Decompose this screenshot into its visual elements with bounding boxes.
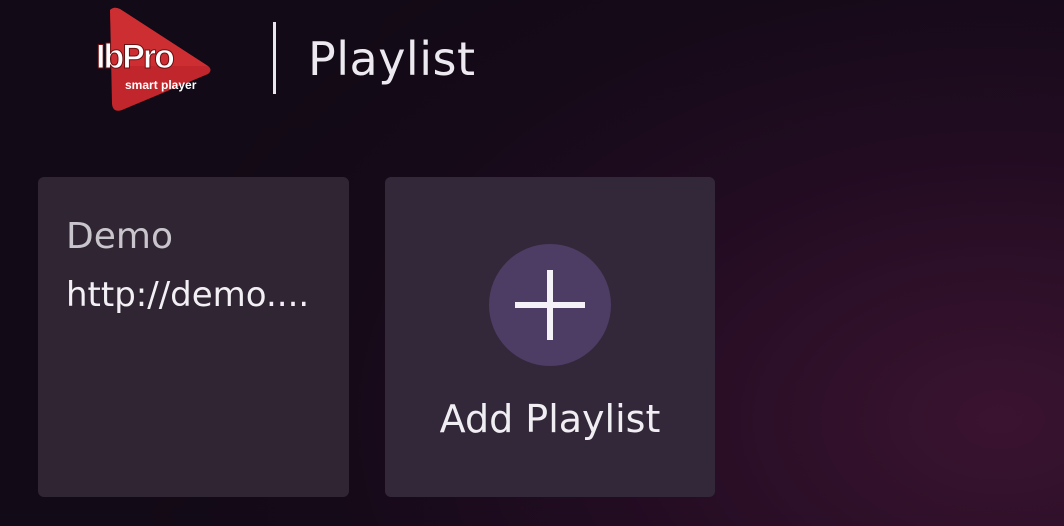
playlist-card-demo[interactable]: Demo http://demo.... <box>38 177 349 497</box>
header-divider <box>273 22 276 94</box>
playlist-url: http://demo.... <box>66 275 310 315</box>
app-logo: IbPro smart player <box>92 6 222 112</box>
playlist-name: Demo <box>66 216 173 257</box>
add-playlist-card[interactable]: Add Playlist <box>385 177 715 497</box>
page-title: Playlist <box>308 32 476 86</box>
plus-icon <box>515 270 585 340</box>
logo-tagline: smart player <box>125 78 197 92</box>
add-playlist-button[interactable] <box>489 244 611 366</box>
logo-wordmark: IbPro <box>96 38 176 76</box>
add-playlist-label: Add Playlist <box>439 397 661 441</box>
